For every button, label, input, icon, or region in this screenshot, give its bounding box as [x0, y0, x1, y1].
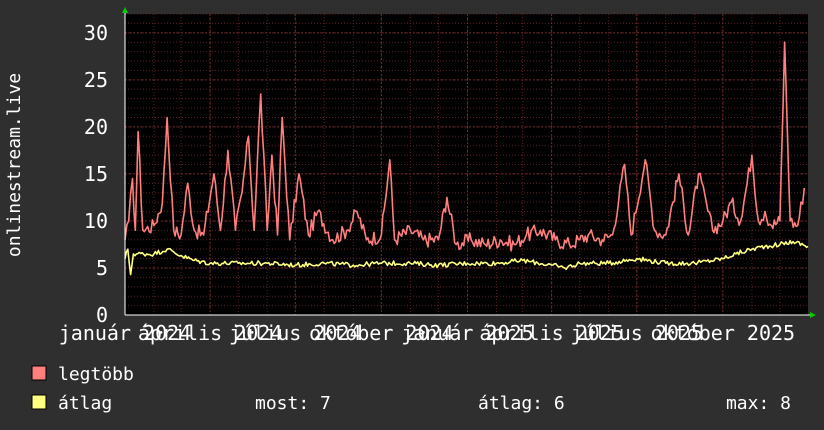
y-tick-label: 25 [84, 68, 108, 92]
stat-now: most: 7 [255, 393, 331, 414]
y-tick-label: 5 [96, 256, 108, 280]
traffic-chart: 051015202530 január 2024április 2024júli… [0, 0, 824, 430]
y-tick-label: 15 [84, 162, 108, 186]
stat-max: max: 8 [726, 393, 791, 414]
x-axis-ticks: január 2024április 2024július 2024októbe… [59, 321, 795, 345]
y-tick-label: 20 [84, 115, 108, 139]
y-tick-label: 30 [84, 21, 108, 45]
x-tick-label: október 2025 [651, 321, 796, 345]
legend-swatch-max [31, 365, 47, 381]
legend-label-avg: átlag [58, 393, 112, 414]
stat-average: átlag: 6 [478, 393, 565, 414]
y-axis-label: onlinestream.live [4, 73, 25, 257]
y-tick-label: 10 [84, 209, 108, 233]
legend-swatch-avg [31, 394, 47, 410]
legend-label-max: legtöbb [58, 364, 134, 385]
